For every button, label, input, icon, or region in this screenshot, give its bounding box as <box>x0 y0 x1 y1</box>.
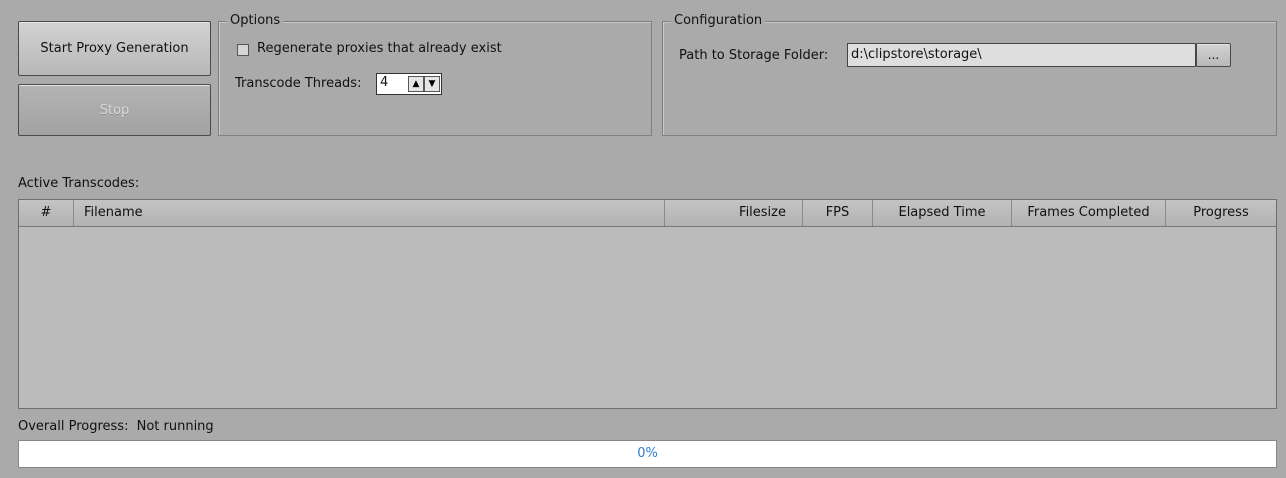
threads-value: 4 <box>380 75 389 90</box>
storage-path-field[interactable]: d:\clipstore\storage\ <box>847 43 1196 67</box>
active-transcodes-title: Active Transcodes: <box>18 176 140 191</box>
overall-progress-label: Overall Progress: Not running <box>18 419 214 435</box>
up-arrow-icon[interactable]: ▲ <box>408 76 424 92</box>
start-button-label: Start Proxy Generation <box>40 41 189 56</box>
path-label: Path to Storage Folder: <box>679 48 829 63</box>
configuration-legend: Configuration <box>671 13 766 29</box>
browse-label: ... <box>1207 48 1220 62</box>
start-proxy-generation-button[interactable]: Start Proxy Generation <box>18 21 211 76</box>
column-header-progress[interactable]: Progress <box>1166 200 1276 226</box>
column-header-elapsed-time[interactable]: Elapsed Time <box>873 200 1012 226</box>
down-arrow-icon[interactable]: ▼ <box>424 76 440 92</box>
configuration-group: Configuration Path to Storage Folder: d:… <box>662 13 1277 136</box>
stop-button-label: Stop <box>99 102 130 118</box>
regenerate-label: Regenerate proxies that already exist <box>257 41 502 56</box>
column-header-frames-completed[interactable]: Frames Completed <box>1012 200 1166 226</box>
overall-progress-bar: 0% <box>18 440 1277 468</box>
browse-button[interactable]: ... <box>1196 43 1231 67</box>
column-header-filename[interactable]: Filename <box>74 200 665 226</box>
regenerate-checkbox[interactable] <box>237 44 249 56</box>
transcode-threads-label: Transcode Threads: <box>235 76 362 91</box>
stop-button[interactable]: Stop <box>18 84 211 136</box>
storage-path-value: d:\clipstore\storage\ <box>851 47 982 62</box>
transcode-threads-stepper[interactable]: 4 ▲ ▼ <box>376 73 442 95</box>
options-legend: Options <box>227 13 284 29</box>
options-group: Options Regenerate proxies that already … <box>218 13 652 136</box>
overall-progress-status: Not running <box>136 419 214 434</box>
table-header: # Filename Filesize FPS Elapsed Time Fra… <box>19 200 1276 227</box>
column-header-filesize[interactable]: Filesize <box>665 200 803 226</box>
overall-progress-caption: Overall Progress: <box>18 419 129 434</box>
overall-progress-percent: 0% <box>637 446 658 461</box>
column-header-fps[interactable]: FPS <box>803 200 873 226</box>
transcodes-table[interactable]: # Filename Filesize FPS Elapsed Time Fra… <box>18 199 1277 409</box>
column-header-number[interactable]: # <box>19 200 74 226</box>
